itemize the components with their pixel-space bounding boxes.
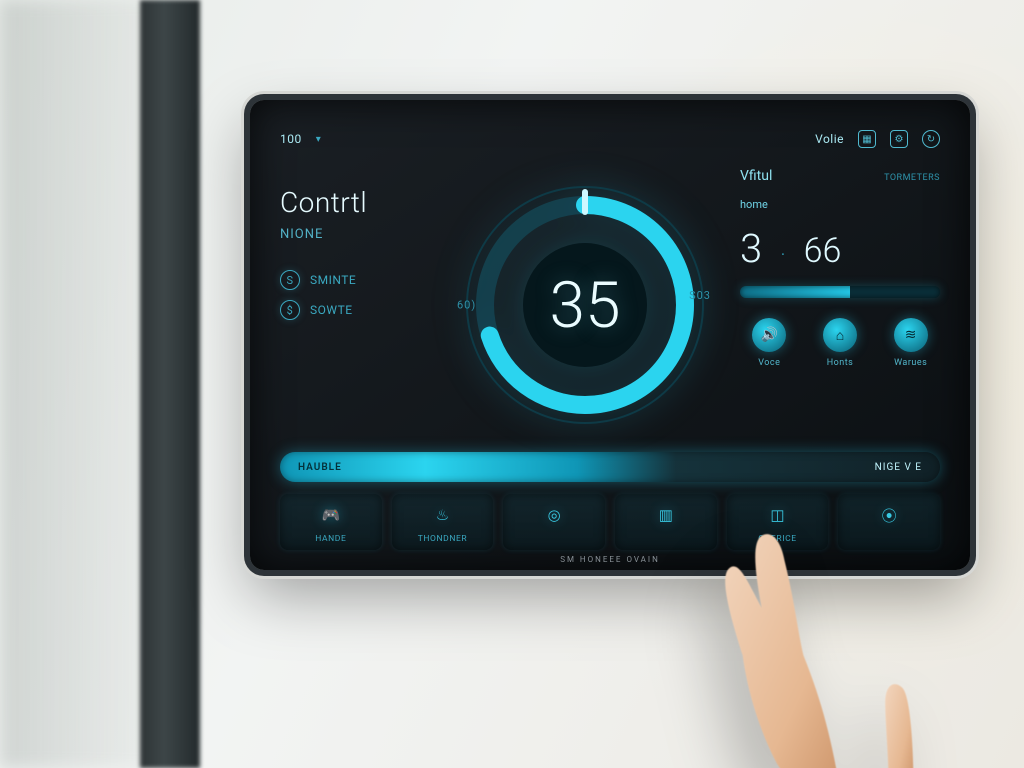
stat-separator: ·: [780, 243, 785, 268]
mode-nav-pill[interactable]: HAUBLE NIGE V E: [280, 452, 940, 482]
device-brand-label: SM HONEEE OVAIN: [560, 555, 660, 564]
chip-label: Honts: [827, 358, 854, 368]
right-heading: Vfitul: [740, 168, 772, 184]
mode-icon: S: [280, 270, 300, 290]
chip-home[interactable]: ⌂ Honts: [811, 318, 870, 368]
center-column: 35 60) S03: [448, 162, 722, 448]
controller-icon: 🎮: [318, 502, 344, 528]
smart-panel-device: 100 ▾ Volie ▦ ⚙ ↻ Contrtl NIONE S SMINTE…: [250, 100, 970, 570]
bottom-dock: 🎮 HANDE ♨ THONDNER ◎ ▥ ◫ ODERICE ⦿: [280, 494, 940, 550]
right-rowlabel: home: [740, 198, 940, 211]
waves-icon: ≋: [894, 318, 928, 352]
stat-secondary: 66: [804, 231, 842, 271]
navpill-left-label: HAUBLE: [298, 462, 342, 473]
chevron-down-icon[interactable]: ▾: [316, 134, 321, 145]
dock-label: ODERICE: [758, 534, 796, 544]
stat-primary: 3: [740, 225, 762, 272]
dock-item-6[interactable]: ⦿: [838, 494, 940, 550]
speaker-icon: 🔊: [752, 318, 786, 352]
right-heading-row: Vfitul TORMETERS: [740, 168, 940, 184]
mode-option-sminte[interactable]: S SMINTE: [280, 270, 430, 290]
page-title: Contrtl: [280, 186, 430, 219]
page-subtitle: NIONE: [280, 227, 430, 242]
navpill-right-label: NIGE V E: [875, 462, 922, 473]
thermostat-dial[interactable]: 35 60) S03: [455, 175, 715, 435]
panel-icon: ▥: [653, 502, 679, 528]
chip-label: Warues: [894, 358, 927, 368]
chip-waves[interactable]: ≋ Warues: [881, 318, 940, 368]
left-column: Contrtl NIONE S SMINTE $ SOWTE: [280, 162, 430, 448]
dock-item-5[interactable]: ◫ ODERICE: [727, 494, 829, 550]
heat-icon: ♨: [429, 502, 455, 528]
sync-icon[interactable]: ↻: [922, 130, 940, 148]
mode-icon: $: [280, 300, 300, 320]
top-bar: 100 ▾ Volie ▦ ⚙ ↻: [280, 126, 940, 152]
top-right-label: Volie: [815, 132, 844, 146]
dock-item-1[interactable]: 🎮 HANDE: [280, 494, 382, 550]
quick-chips: 🔊 Voce ⌂ Honts ≋ Warues: [740, 318, 940, 368]
window-icon: ◫: [764, 502, 790, 528]
mode-label: SOWTE: [310, 303, 353, 317]
right-column: Vfitul TORMETERS home 3 · 66 🔊 Voce ⌂ Ho…: [740, 162, 940, 448]
dock-label: THONDNER: [418, 534, 468, 544]
record-icon: ⦿: [876, 502, 902, 528]
settings-icon[interactable]: ⚙: [890, 130, 908, 148]
chip-label: Voce: [758, 358, 780, 368]
background-pillar: [140, 0, 200, 768]
stat-numbers: 3 · 66: [740, 225, 940, 272]
top-left-readout: 100: [280, 132, 302, 146]
dock-label: HANDE: [315, 534, 346, 544]
dock-item-4[interactable]: ▥: [615, 494, 717, 550]
chip-voice[interactable]: 🔊 Voce: [740, 318, 799, 368]
dial-right-tick: S03: [689, 289, 711, 302]
target-icon: ◎: [541, 502, 567, 528]
dock-item-3[interactable]: ◎: [503, 494, 605, 550]
dock-item-2[interactable]: ♨ THONDNER: [392, 494, 494, 550]
dial-left-tick: 60): [457, 299, 476, 312]
main-grid: Contrtl NIONE S SMINTE $ SOWTE 35: [280, 162, 940, 448]
home-icon: ⌂: [823, 318, 857, 352]
dial-value: 35: [455, 175, 715, 435]
mode-option-sowte[interactable]: $ SOWTE: [280, 300, 430, 320]
right-subheading: TORMETERS: [884, 173, 940, 183]
mode-label: SMINTE: [310, 273, 356, 287]
grid-icon[interactable]: ▦: [858, 130, 876, 148]
level-slider[interactable]: [740, 286, 940, 298]
